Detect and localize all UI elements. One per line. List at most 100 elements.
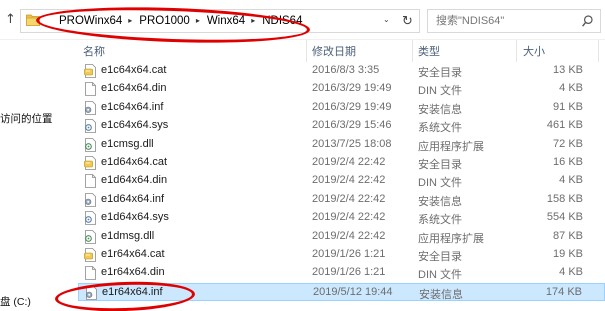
blank-file-icon: [85, 266, 96, 281]
column-headers: 名称 修改日期 类型 大小: [78, 40, 605, 62]
file-row[interactable]: e1c64x64.sys 2016/3/29 15:46 系统文件 461 KB: [78, 117, 605, 135]
file-name: e1c64x64.inf: [101, 100, 164, 113]
file-date: 2016/3/29 15:46: [312, 119, 392, 132]
file-row[interactable]: e1r64x64.din 2019/1/26 1:21 DIN 文件 4 KB: [78, 264, 605, 282]
file-row[interactable]: e1c64x64.cat 2016/8/3 3:35 安全目录 13 KB: [78, 62, 605, 80]
file-row[interactable]: e1d64x64.cat 2019/2/4 22:42 安全目录 16 KB: [78, 154, 605, 172]
column-header-size[interactable]: 大小: [523, 43, 545, 59]
chevron-down-icon[interactable]: ⌄: [383, 15, 390, 24]
column-divider[interactable]: [516, 40, 517, 62]
file-date: 2019/5/12 19:44: [313, 285, 393, 298]
column-header-date[interactable]: 修改日期: [312, 43, 356, 59]
file-row[interactable]: e1cmsg.dll 2013/7/25 18:08 应用程序扩展 72 KB: [78, 136, 605, 154]
sys-file-icon: [85, 211, 96, 226]
file-name: e1d64x64.din: [101, 174, 168, 187]
file-date: 2019/2/4 22:42: [312, 229, 386, 242]
file-type: DIN 文件: [418, 85, 462, 98]
file-size: 4 KB: [559, 82, 583, 95]
navigation-pane: 访问的位置 盘 (C:): [0, 40, 78, 311]
search-input[interactable]: [436, 13, 576, 29]
file-row[interactable]: e1r64x64.cat 2019/1/26 1:21 安全目录 19 KB: [78, 246, 605, 264]
file-date: 2019/2/4 22:42: [312, 174, 386, 187]
column-header-name[interactable]: 名称: [83, 43, 105, 59]
file-name: e1r64x64.din: [101, 266, 165, 279]
file-type: 安全目录: [418, 159, 462, 171]
column-header-type[interactable]: 类型: [418, 43, 440, 59]
sidebar-item-drive-c[interactable]: 盘 (C:): [0, 294, 31, 309]
dll-file-icon: [85, 229, 96, 244]
file-name: e1d64x64.inf: [101, 192, 164, 205]
breadcrumb-separator-icon[interactable]: ▸: [196, 16, 200, 25]
file-size: 19 KB: [553, 248, 583, 260]
file-name: e1c64x64.din: [101, 82, 167, 95]
file-type: 安装信息: [419, 288, 463, 301]
file-size: 16 KB: [553, 156, 583, 168]
breadcrumb-separator-icon[interactable]: ▸: [251, 16, 255, 25]
file-name: e1cmsg.dll: [101, 137, 154, 150]
inf-file-icon: [85, 192, 96, 207]
refresh-icon[interactable]: ↻: [402, 13, 413, 29]
file-name: e1c64x64.sys: [101, 119, 169, 132]
file-name: e1r64x64.cat: [101, 248, 165, 260]
file-type: 安装信息: [418, 195, 462, 208]
file-type: 安装信息: [418, 103, 462, 116]
column-divider[interactable]: [412, 40, 413, 62]
inf-file-icon: [85, 100, 96, 115]
file-row[interactable]: e1c64x64.inf 2016/3/29 19:49 安装信息 91 KB: [78, 99, 605, 117]
file-row[interactable]: e1c64x64.din 2016/3/29 19:49 DIN 文件 4 KB: [78, 80, 605, 98]
inf-file-icon: [86, 285, 97, 300]
file-row[interactable]: e1r64x64.inf 2019/5/12 19:44 安装信息 174 KB: [78, 282, 605, 302]
file-date: 2016/8/3 3:35: [312, 64, 380, 76]
up-arrow-icon[interactable]: ↑: [5, 12, 16, 27]
breadcrumb-item[interactable]: NDIS64: [262, 15, 302, 27]
cat-file-icon: [84, 64, 96, 78]
address-bar-region: ↑ PROWinx64 ▸ PRO1000 ▸ Winx64 ▸ NDIS64 ⌄ ↻: [0, 0, 605, 40]
file-date: 2019/2/4 22:42: [312, 156, 386, 168]
file-size: 87 KB: [553, 229, 583, 242]
cat-file-icon: [84, 156, 96, 170]
file-date: 2013/7/25 18:08: [312, 137, 392, 150]
blank-file-icon: [85, 174, 96, 189]
file-row[interactable]: e1d64x64.din 2019/2/4 22:42 DIN 文件 4 KB: [78, 172, 605, 190]
file-date: 2019/2/4 22:42: [312, 192, 386, 205]
sys-file-icon: [85, 119, 96, 134]
address-bar[interactable]: PROWinx64 ▸ PRO1000 ▸ Winx64 ▸ NDIS64 ⌄ ↻: [20, 9, 420, 33]
cat-file-icon: [84, 248, 96, 262]
file-name: e1dmsg.dll: [101, 229, 155, 242]
file-type: 安全目录: [418, 251, 462, 263]
file-row[interactable]: e1d64x64.inf 2019/2/4 22:42 安装信息 158 KB: [78, 191, 605, 209]
breadcrumb-item[interactable]: PRO1000: [139, 15, 190, 27]
file-date: 2019/1/26 1:21: [312, 266, 386, 279]
file-type: DIN 文件: [418, 269, 462, 282]
file-row[interactable]: e1dmsg.dll 2019/2/4 22:42 应用程序扩展 87 KB: [78, 228, 605, 246]
file-type: 系统文件: [418, 214, 462, 227]
file-size: 13 KB: [553, 64, 583, 76]
file-date: 2016/3/29 19:49: [312, 100, 392, 113]
file-size: 158 KB: [546, 192, 583, 205]
file-date: 2019/2/4 22:42: [312, 211, 386, 224]
file-size: 72 KB: [553, 137, 583, 150]
file-type: 应用程序扩展: [418, 140, 484, 153]
file-name: e1d64x64.sys: [101, 211, 169, 224]
file-size: 461 KB: [546, 119, 583, 132]
sidebar-item-recent-places[interactable]: 访问的位置: [0, 111, 53, 126]
file-name: e1c64x64.cat: [101, 64, 167, 76]
breadcrumb-item[interactable]: Winx64: [207, 15, 245, 27]
file-date: 2019/1/26 1:21: [312, 248, 386, 260]
file-date: 2016/3/29 19:49: [312, 82, 392, 95]
file-size: 4 KB: [559, 266, 583, 279]
file-type: 安全目录: [418, 67, 462, 79]
file-type: 系统文件: [418, 122, 462, 135]
breadcrumb-separator-icon[interactable]: ▸: [128, 16, 132, 25]
file-row[interactable]: e1d64x64.sys 2019/2/4 22:42 系统文件 554 KB: [78, 209, 605, 227]
column-divider[interactable]: [306, 40, 307, 62]
dll-file-icon: [85, 137, 96, 152]
search-box[interactable]: [427, 9, 601, 33]
search-icon[interactable]: [582, 15, 593, 27]
folder-icon: [26, 14, 40, 26]
column-divider[interactable]: [598, 40, 599, 62]
breadcrumb-item[interactable]: PROWinx64: [59, 15, 122, 27]
blank-file-icon: [85, 82, 96, 97]
file-type: DIN 文件: [418, 177, 462, 190]
file-name: e1r64x64.inf: [102, 285, 163, 298]
